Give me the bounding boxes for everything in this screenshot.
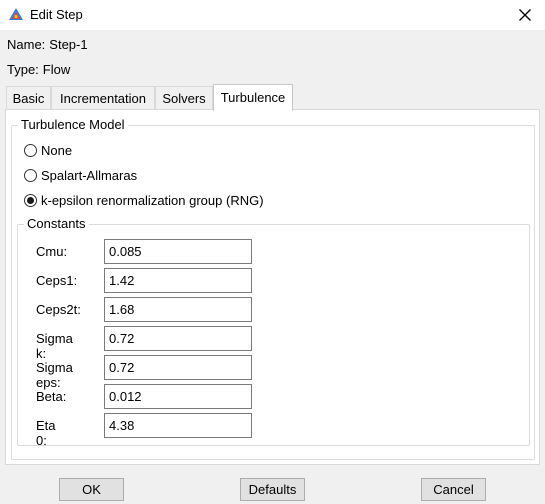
constants-title: Constants	[24, 216, 89, 231]
radio-spalart-allmaras-label: Spalart-Allmaras	[41, 167, 138, 183]
ceps2t-input[interactable]	[104, 297, 252, 322]
radio-k-epsilon-rng-circle[interactable]	[24, 193, 37, 207]
step-name-line: Name: Step-1	[7, 37, 88, 52]
defaults-button[interactable]: Defaults	[240, 478, 305, 501]
radio-spalart-allmaras[interactable]: Spalart-Allmaras	[24, 166, 137, 184]
beta-label: Beta:	[36, 389, 67, 404]
radio-none[interactable]: None	[24, 141, 72, 159]
sigma-eps-input[interactable]	[104, 355, 252, 380]
step-type-line: Type: Flow	[7, 62, 70, 77]
radio-spalart-allmaras-circle[interactable]	[24, 168, 37, 182]
ok-button[interactable]: OK	[59, 478, 124, 501]
sigma-k-input[interactable]	[104, 326, 252, 351]
type-label: Type:	[7, 62, 39, 77]
radio-k-epsilon-rng[interactable]: k-epsilon renormalization group (RNG)	[24, 191, 264, 209]
beta-input[interactable]	[104, 384, 252, 409]
tab-basic[interactable]: Basic	[6, 86, 51, 110]
title-bar: Edit Step	[0, 0, 545, 30]
sigma-eps-label: Sigma eps:	[36, 360, 73, 390]
cancel-button[interactable]: Cancel	[421, 478, 486, 501]
name-label: Name:	[7, 37, 46, 52]
radio-none-circle[interactable]	[24, 143, 37, 157]
sigma-k-label: Sigma k:	[36, 331, 73, 361]
ceps1-label: Ceps1:	[36, 273, 78, 288]
name-value: Step-1	[49, 37, 88, 52]
tab-solvers[interactable]: Solvers	[155, 86, 213, 110]
ceps2t-label: Ceps2t:	[36, 302, 81, 317]
eta-0-input[interactable]	[104, 413, 252, 438]
close-button[interactable]	[511, 2, 539, 28]
constants-group: Constants Cmu: Ceps1: Ceps2t: Sigma k: S…	[17, 216, 530, 448]
cmu-label: Cmu:	[36, 244, 68, 259]
tab-turbulence[interactable]: Turbulence	[213, 84, 293, 111]
turbulence-panel: Turbulence Model None Spalart-Allmaras k…	[5, 109, 540, 465]
close-icon	[519, 9, 531, 21]
radio-none-label: None	[41, 142, 73, 158]
ceps1-input[interactable]	[104, 268, 252, 293]
tab-incrementation[interactable]: Incrementation	[51, 86, 155, 110]
turbulence-model-title: Turbulence Model	[18, 117, 128, 132]
type-value: Flow	[42, 62, 71, 77]
turbulence-model-group: Turbulence Model None Spalart-Allmaras k…	[11, 117, 535, 460]
window-title: Edit Step	[30, 7, 83, 22]
cmu-input[interactable]	[104, 239, 252, 264]
eta-0-label: Eta 0:	[36, 418, 56, 448]
radio-k-epsilon-rng-label: k-epsilon renormalization group (RNG)	[41, 192, 264, 208]
abaqus-step-icon	[8, 7, 24, 23]
